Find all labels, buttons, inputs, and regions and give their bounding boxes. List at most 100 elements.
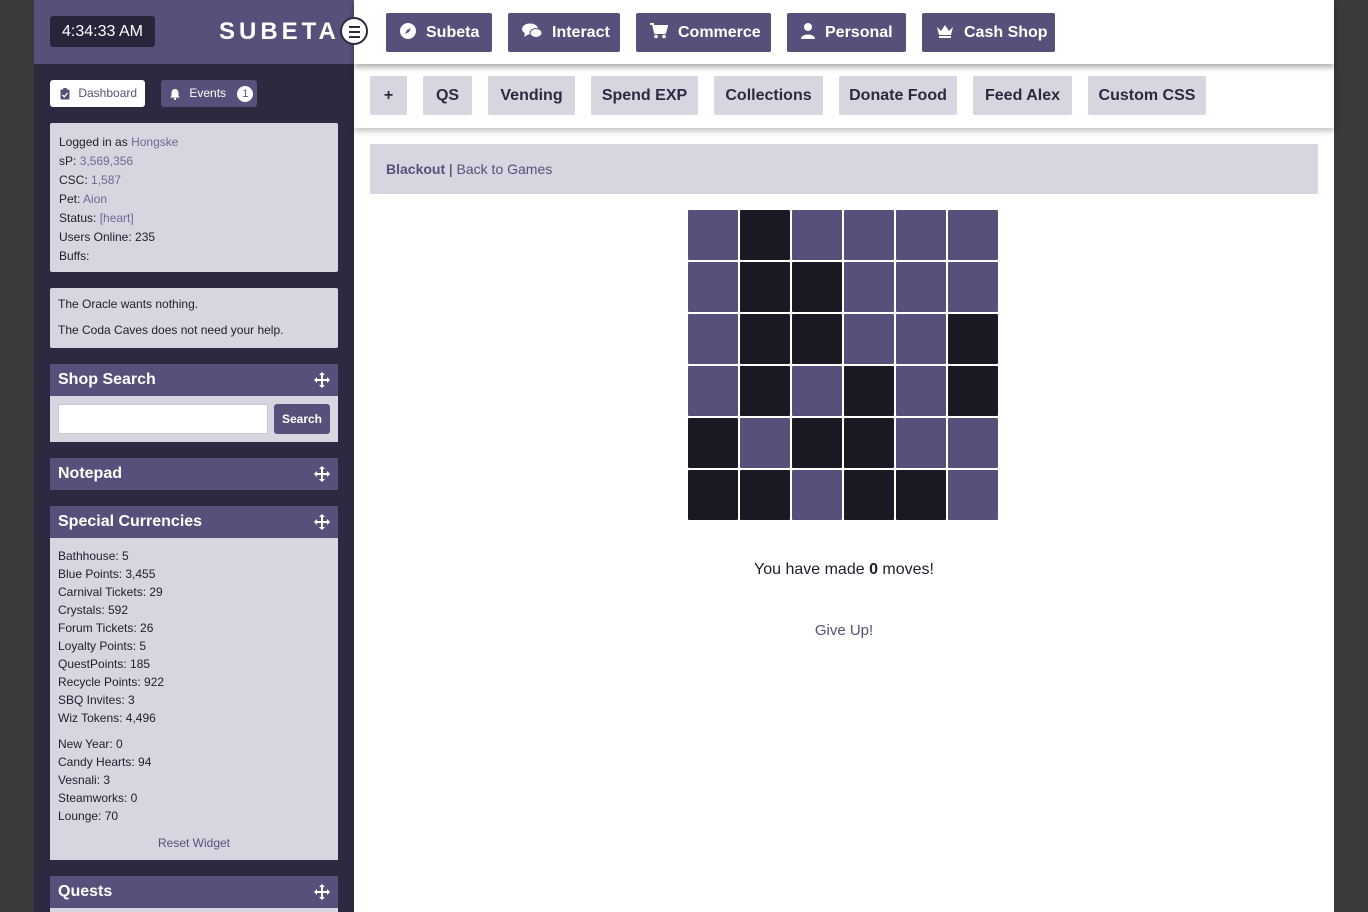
oracle-notice: The Oracle wants nothing. (58, 297, 199, 311)
move-icon[interactable] (314, 466, 330, 482)
moves-counter: You have made 0 moves! (370, 561, 1318, 579)
move-icon[interactable] (314, 372, 330, 388)
users-online: Users Online: 235 (59, 230, 156, 244)
game-tile[interactable] (896, 418, 946, 468)
game-tile[interactable] (792, 418, 842, 468)
nav-interact-button[interactable]: Interact (508, 13, 620, 52)
dashboard-label: Dashboard (78, 86, 138, 100)
game-tile[interactable] (740, 470, 790, 520)
logged-in-label: Logged in as (59, 135, 128, 149)
events-button[interactable]: Events 1 (161, 80, 257, 107)
game-tile[interactable] (948, 470, 998, 520)
csc-value[interactable]: 1,587 (91, 173, 121, 187)
shop-search-button[interactable]: Search (274, 404, 330, 434)
game-tile[interactable] (792, 314, 842, 364)
notices-panel: The Oracle wants nothing. The Coda Caves… (50, 288, 338, 348)
nav-cash-shop-label: Cash Shop (964, 24, 1048, 41)
quests-header[interactable]: Quests (50, 876, 338, 908)
game-tile[interactable] (844, 262, 894, 312)
give-up-link[interactable]: Give Up! (370, 622, 1318, 639)
crown-icon (937, 24, 953, 38)
special-currencies-header[interactable]: Special Currencies (50, 506, 338, 538)
game-tile[interactable] (896, 314, 946, 364)
pet-link[interactable]: Aion (83, 192, 107, 206)
moves-count: 0 (869, 561, 878, 578)
game-tile[interactable] (948, 366, 998, 416)
move-icon[interactable] (314, 514, 330, 530)
quick-link-donate-food[interactable]: Donate Food (839, 76, 957, 115)
nav-commerce-button[interactable]: Commerce (636, 13, 771, 52)
shop-search-input[interactable] (58, 404, 268, 434)
game-tile[interactable] (688, 210, 738, 260)
quick-link-qs[interactable]: QS (423, 76, 472, 115)
currency-crystals: Crystals: 592 (58, 603, 129, 617)
currency-blue-points: Blue Points: 3,455 (58, 567, 156, 581)
cart-icon (650, 22, 669, 39)
notepad-header[interactable]: Notepad (50, 458, 338, 490)
quick-link-spend-exp[interactable]: Spend EXP (591, 76, 698, 115)
breadcrumb-back-to-games-link[interactable]: Back to Games (457, 161, 553, 177)
compass-icon (400, 22, 416, 39)
game-tile[interactable] (688, 366, 738, 416)
quick-link-collections[interactable]: Collections (714, 76, 823, 115)
status-value[interactable]: [heart] (100, 211, 134, 225)
breadcrumb-blackout-link[interactable]: Blackout (386, 161, 445, 177)
nav-commerce-label: Commerce (678, 24, 761, 41)
game-tile[interactable] (740, 262, 790, 312)
game-tile[interactable] (792, 262, 842, 312)
currency-lounge: Lounge: 70 (58, 809, 119, 823)
hamburger-menu-icon[interactable] (340, 17, 368, 45)
nav-subeta-button[interactable]: Subeta (386, 13, 492, 52)
game-tile[interactable] (896, 470, 946, 520)
game-tile[interactable] (896, 262, 946, 312)
nav-personal-button[interactable]: Personal (787, 13, 906, 52)
special-currencies-title: Special Currencies (58, 513, 203, 530)
reset-widget-link[interactable]: Reset Widget (50, 836, 338, 850)
currency-forum-tickets: Forum Tickets: 26 (58, 621, 154, 635)
game-tile[interactable] (948, 262, 998, 312)
dashboard-button[interactable]: Dashboard (50, 80, 145, 107)
currency-bathhouse: Bathhouse: 5 (58, 549, 129, 563)
game-tile[interactable] (740, 366, 790, 416)
currency-loyalty-points: Loyalty Points: 5 (58, 639, 147, 653)
game-tile[interactable] (792, 470, 842, 520)
shop-search-header[interactable]: Shop Search (50, 364, 338, 396)
game-tile[interactable] (688, 418, 738, 468)
game-tile[interactable] (844, 418, 894, 468)
events-count-badge: 1 (237, 86, 254, 102)
game-tile[interactable] (688, 314, 738, 364)
sidebar: 4:34:33 AM SUBETA Dashboard Events 1 Log… (34, 0, 354, 912)
game-tile[interactable] (844, 314, 894, 364)
add-quick-link-button[interactable]: + (370, 76, 407, 115)
quick-link-vending[interactable]: Vending (488, 76, 575, 115)
game-tile[interactable] (792, 366, 842, 416)
nav-cash-shop-button[interactable]: Cash Shop (922, 13, 1055, 52)
top-nav: Subeta Interact Commerce Personal Cash S… (354, 0, 1334, 64)
game-tile[interactable] (896, 210, 946, 260)
coda-caves-notice: The Coda Caves does not need your help. (58, 323, 284, 337)
game-tile[interactable] (740, 210, 790, 260)
events-label: Events (189, 86, 227, 100)
notepad-widget: Notepad (50, 458, 338, 490)
game-tile[interactable] (844, 470, 894, 520)
game-tile[interactable] (896, 366, 946, 416)
game-tile[interactable] (844, 366, 894, 416)
game-tile[interactable] (792, 210, 842, 260)
sp-value[interactable]: 3,569,356 (80, 154, 133, 168)
site-logo[interactable]: SUBETA (219, 17, 340, 47)
blackout-game-board (688, 210, 1000, 522)
game-tile[interactable] (948, 210, 998, 260)
game-tile[interactable] (688, 470, 738, 520)
game-tile[interactable] (844, 210, 894, 260)
game-tile[interactable] (740, 418, 790, 468)
game-tile[interactable] (740, 314, 790, 364)
chat-icon (522, 23, 543, 38)
username-link[interactable]: Hongske (131, 135, 178, 149)
game-tile[interactable] (948, 314, 998, 364)
quick-link-feed-alex[interactable]: Feed Alex (973, 76, 1072, 115)
move-icon[interactable] (314, 884, 330, 900)
game-tile[interactable] (688, 262, 738, 312)
game-tile[interactable] (948, 418, 998, 468)
quick-link-custom-css[interactable]: Custom CSS (1088, 76, 1206, 115)
special-currencies-widget: Special Currencies Bathhouse: 5 Blue Poi… (50, 506, 338, 860)
